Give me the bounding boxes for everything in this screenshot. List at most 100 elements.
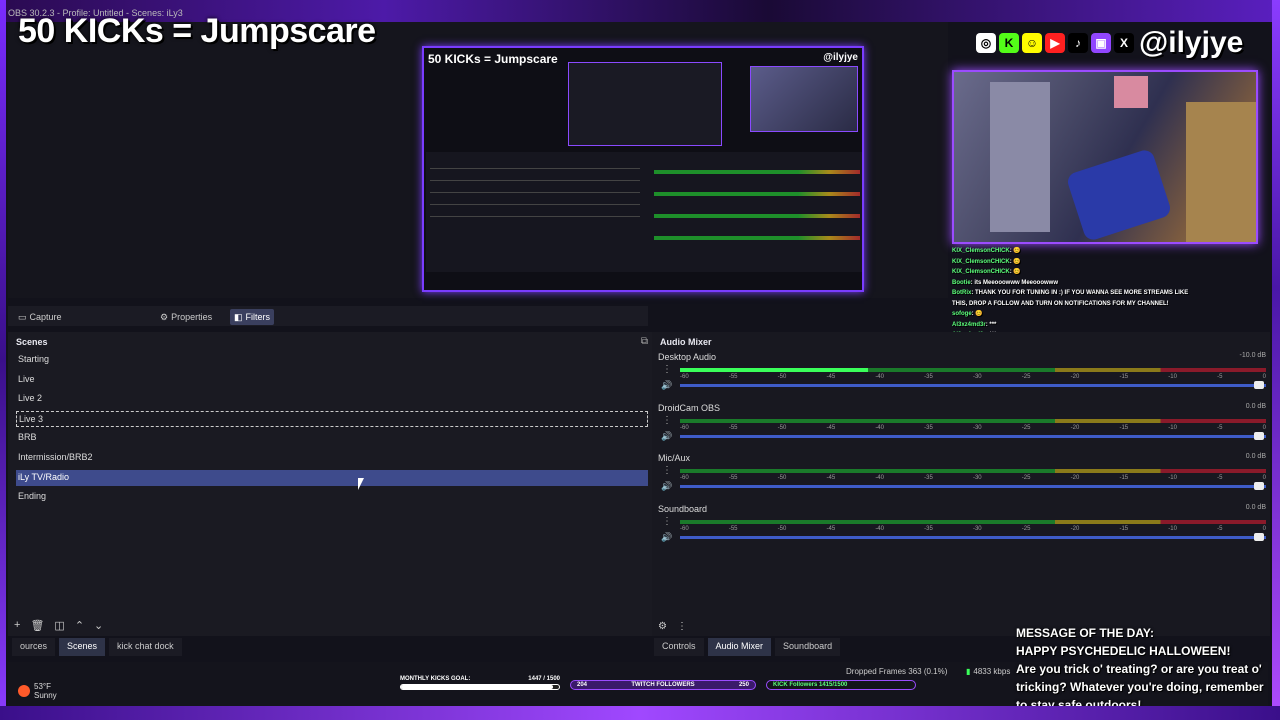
meter-tick: -25 (1021, 525, 1031, 532)
volume-slider[interactable] (680, 381, 1266, 389)
more-vert-icon[interactable]: ⋮ (662, 516, 672, 527)
filter-icon[interactable]: ◫ (54, 619, 64, 632)
chat-username: KIX_ClemsonCHICK (952, 269, 1010, 275)
chat-text: : 😊 (1009, 248, 1021, 254)
scene-item[interactable]: Starting (16, 352, 648, 368)
more-vert-icon[interactable]: ⋮ (677, 621, 687, 632)
slider-knob[interactable] (1254, 381, 1264, 389)
properties-button[interactable]: ⚙ Properties (156, 309, 216, 325)
dock-tab[interactable]: ources (12, 638, 56, 656)
speaker-icon[interactable]: 🔊 (661, 431, 672, 442)
meter-ticks: -60 -55 -50 -45 -40 -35 -30 -25 -20 -15 -10 -5 0 (680, 425, 1266, 431)
scene-item[interactable]: Intermission/BRB2 (16, 450, 648, 466)
meter-tick: -60 (680, 424, 689, 431)
filters-button[interactable]: ◧ Filters (230, 309, 275, 325)
dock-tab[interactable]: Scenes (59, 638, 106, 656)
overlay-title: 50 KICKs = Jumpscare (18, 12, 376, 50)
meter-tick: -55 (728, 374, 738, 380)
motd-line1: HAPPY PSYCHEDELIC HALLOWEEN! (1016, 644, 1231, 658)
volume-meter (680, 418, 1266, 423)
weather-widget[interactable]: 53°F Sunny (18, 682, 57, 700)
mouse-cursor-icon (358, 478, 364, 490)
scene-item[interactable]: Ending (16, 489, 648, 505)
more-vert-icon[interactable]: ⋮ (662, 465, 672, 476)
speaker-icon[interactable]: 🔊 (661, 380, 672, 391)
meter-tick: -5 (1217, 525, 1223, 532)
chat-username: KIX_ClemsonCHICK (952, 248, 1010, 254)
slider-knob[interactable] (1254, 431, 1264, 440)
meter-tick: -5 (1217, 374, 1223, 380)
meter-tick: -20 (1070, 374, 1080, 380)
meter-tick: -35 (924, 475, 933, 481)
meter-tick: 0 (1262, 374, 1266, 380)
goal-label: MONTHLY KICKS GOAL: (400, 676, 471, 682)
meter-tick: -35 (924, 525, 933, 532)
capture-source[interactable]: ▭ Capture (14, 309, 66, 325)
gear-icon[interactable]: ⚙ (658, 621, 667, 632)
channel-db: 0.0 dB (1245, 503, 1266, 511)
capture-source-label: Capture (29, 312, 62, 322)
chat-text: : 😊 (1009, 269, 1021, 275)
volume-slider[interactable] (680, 532, 1266, 541)
twitch-icon: ▣ (1091, 33, 1111, 53)
meter-ticks: -60 -55 -50 -45 -40 -35 -30 -25 -20 -15 -10 -5 0 (680, 475, 1266, 481)
scene-item[interactable]: Live 2 (16, 391, 648, 407)
more-vert-icon[interactable]: ⋮ (662, 415, 672, 426)
preview-row (430, 204, 640, 205)
meter-tick: -50 (777, 475, 787, 481)
preview-meter (654, 214, 860, 218)
more-vert-icon[interactable]: ⋮ (662, 364, 672, 375)
chevron-up-icon[interactable]: ⌃ (75, 619, 84, 632)
dock-tab[interactable]: Controls (654, 638, 704, 656)
chat-message: sofoge: 😊 (952, 309, 1202, 320)
dock-tab[interactable]: Audio Mixer (707, 638, 772, 656)
meter-tick: -40 (875, 525, 884, 532)
scene-item[interactable]: BRB (16, 430, 648, 446)
weather-temp: 53°F (34, 682, 51, 691)
neon-frame-left (0, 0, 6, 720)
meter-tick: -45 (826, 424, 836, 431)
chevron-down-icon[interactable]: ⌄ (94, 619, 103, 632)
volume-meter (680, 469, 1266, 473)
meter-tick: -60 (680, 475, 689, 481)
slider-knob[interactable] (1254, 532, 1264, 541)
scene-item[interactable]: iLy TV/Radio (16, 469, 648, 486)
chat-text: : 😊 (971, 311, 983, 317)
speaker-icon[interactable]: 🔊 (661, 481, 672, 492)
volume-slider[interactable] (680, 482, 1266, 490)
meter-tick: -20 (1070, 525, 1080, 532)
meter-tick: -5 (1217, 424, 1223, 431)
mixer-channel: Soundboard 0.0 dB ⋮ -60 -55 -50 -45 -40 -35 -30 -2… (658, 503, 1266, 542)
channel-db: 0.0 dB (1245, 402, 1266, 410)
channel-name: Soundboard (658, 503, 708, 514)
goal-bar (400, 684, 560, 690)
meter-tick: -25 (1021, 374, 1031, 380)
message-of-the-day: MESSAGE OF THE DAY: HAPPY PSYCHEDELIC HA… (1016, 624, 1268, 714)
speaker-icon[interactable]: 🔊 (661, 532, 672, 543)
channel-name: DroidCam OBS (658, 402, 721, 413)
chat-username: Bootie (952, 279, 971, 286)
goal-labels: MONTHLY KICKS GOAL: 1447 / 1500 (400, 676, 560, 682)
scenes-footer: + 🗑 ◫ ⌃ ⌄ (14, 619, 103, 632)
dropped-frames: Dropped Frames 363 (0.1%) (846, 667, 948, 676)
dock-tab[interactable]: Soundboard (775, 638, 841, 656)
meter-tick: -50 (777, 525, 787, 532)
scene-item[interactable]: Live (16, 372, 648, 388)
meter-tick: -30 (972, 475, 982, 481)
preview-nested-screen (568, 62, 722, 146)
add-icon[interactable]: + (14, 619, 20, 632)
popout-icon[interactable]: ⧉ (641, 336, 648, 347)
dock-tab[interactable]: kick chat dock (109, 638, 182, 656)
preview-row (430, 180, 640, 181)
program-preview[interactable]: 50 KICKs = Jumpscare @ilyjye (422, 46, 864, 292)
gear-icon: ⚙ (160, 311, 169, 322)
source-toolbar: ▭ Capture ⚙ Properties ◧ Filters (8, 306, 648, 326)
trash-icon[interactable]: 🗑 (30, 619, 44, 632)
volume-slider[interactable] (680, 431, 1266, 440)
snapchat-icon: ☺ (1022, 33, 1042, 53)
scene-item[interactable]: Live 3 (16, 410, 648, 427)
scenes-dock: Scenes ⧉ Starting Live Live 2 Live 3 BRB Inte… (8, 332, 652, 636)
meter-tick: -20 (1070, 424, 1080, 431)
slider-knob[interactable] (1254, 482, 1264, 490)
x-icon: X (1114, 33, 1134, 53)
